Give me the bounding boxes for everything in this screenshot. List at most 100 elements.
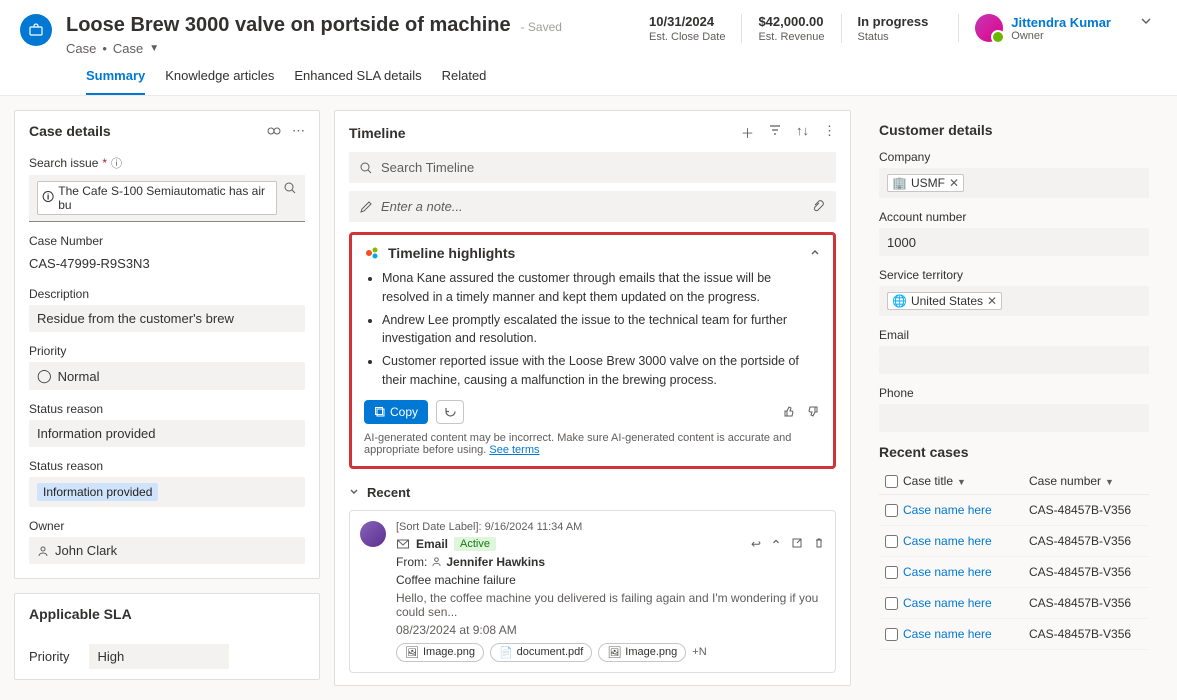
owner-block[interactable]: Jittendra Kumar Owner: [958, 14, 1111, 42]
customer-details-panel: Customer details Company 🏢USMF✕ Account …: [865, 110, 1163, 662]
email-label: Email: [879, 328, 1149, 342]
row-checkbox[interactable]: [885, 504, 898, 517]
search-issue-input[interactable]: 🛈The Cafe S-100 Semiautomatic has air bu: [29, 175, 305, 222]
attachment-chip[interactable]: 📄document.pdf: [490, 643, 592, 662]
case-link[interactable]: Case name here: [903, 534, 1029, 548]
attachment-chip[interactable]: 🖼Image.png: [396, 643, 484, 662]
status-reason-value[interactable]: Information provided: [29, 420, 305, 447]
person-icon: [37, 545, 49, 557]
reply-all-button[interactable]: [771, 537, 781, 551]
email-icon: [396, 537, 410, 551]
email-subject: Coffee machine failure: [396, 573, 825, 587]
owner-label: Owner: [1011, 30, 1111, 42]
refresh-button[interactable]: [436, 400, 464, 424]
thumbs-down-button[interactable]: [806, 404, 821, 419]
person-icon: [431, 556, 442, 567]
copy-button[interactable]: Copy: [364, 400, 428, 424]
relationship-icon[interactable]: [266, 123, 282, 139]
record-header: Loose Brew 3000 valve on portside of mac…: [0, 0, 1177, 96]
chevron-down-icon: [349, 487, 359, 497]
case-link[interactable]: Case name here: [903, 503, 1029, 517]
description-label: Description: [29, 287, 305, 301]
row-checkbox[interactable]: [885, 535, 898, 548]
filter-button[interactable]: [768, 123, 782, 142]
timeline-note-input[interactable]: Enter a note...: [349, 191, 836, 222]
tab-summary[interactable]: Summary: [86, 68, 145, 95]
highlights-list: Mona Kane assured the customer through e…: [364, 269, 821, 390]
phone-input[interactable]: [879, 404, 1149, 432]
phone-label: Phone: [879, 386, 1149, 400]
case-link[interactable]: Case name here: [903, 565, 1029, 579]
case-link[interactable]: Case name here: [903, 627, 1029, 641]
col-header-title[interactable]: Case title▼: [903, 474, 1029, 488]
search-icon[interactable]: [283, 181, 297, 195]
sort-button[interactable]: ↑↓: [796, 123, 809, 142]
account-label: Account number: [879, 210, 1149, 224]
email-input[interactable]: [879, 346, 1149, 374]
priority-label: Priority: [29, 344, 305, 358]
status-reason2-value[interactable]: Information provided: [29, 477, 305, 507]
recent-cases-title: Recent cases: [879, 444, 1149, 460]
attachments-row: 🖼Image.png 📄document.pdf 🖼Image.png +N: [396, 643, 825, 662]
recent-section-toggle[interactable]: Recent: [349, 479, 836, 510]
sla-priority-value[interactable]: High: [89, 644, 229, 669]
highlight-item: Customer reported issue with the Loose B…: [382, 352, 821, 390]
case-link[interactable]: Case name here: [903, 596, 1029, 610]
case-number-value: CAS-47999-R9S3N3: [29, 252, 305, 275]
tab-related[interactable]: Related: [442, 68, 487, 95]
attach-icon[interactable]: [812, 200, 826, 214]
email-date: 08/23/2024 at 9:08 AM: [396, 623, 825, 637]
timeline-highlights-card: Timeline highlights Mona Kane assured th…: [349, 232, 836, 469]
status-badge: Active: [454, 537, 496, 551]
timeline-email-item[interactable]: [Sort Date Label]: 9/16/2024 11:34 AM Em…: [349, 510, 836, 673]
header-metrics: 10/31/2024Est. Close Date$42,000.00Est. …: [633, 14, 944, 43]
tab-enhanced-sla-details[interactable]: Enhanced SLA details: [294, 68, 421, 95]
attachments-more[interactable]: +N: [692, 646, 706, 658]
territory-input[interactable]: 🌐United States✕: [879, 286, 1149, 316]
metric: 10/31/2024Est. Close Date: [633, 14, 741, 43]
search-issue-label: Search issue*ⓘ: [29, 155, 305, 171]
thumbs-up-button[interactable]: [781, 404, 796, 419]
highlight-item: Andrew Lee promptly escalated the issue …: [382, 311, 821, 349]
owner-value[interactable]: John Clark: [29, 537, 305, 564]
add-button[interactable]: ＋: [741, 123, 754, 142]
account-input[interactable]: 1000: [879, 228, 1149, 256]
expand-header-button[interactable]: [1125, 14, 1157, 28]
col-header-number[interactable]: Case number▼: [1029, 474, 1149, 488]
delete-button[interactable]: [813, 537, 825, 551]
case-number: CAS-48457B-V356: [1029, 565, 1149, 579]
select-all-checkbox[interactable]: [885, 475, 898, 488]
collapse-button[interactable]: [809, 247, 821, 259]
highlight-item: Mona Kane assured the customer through e…: [382, 269, 821, 307]
radio-icon: ◯: [37, 368, 52, 384]
metric: In progressStatus: [841, 14, 945, 43]
row-checkbox[interactable]: [885, 566, 898, 579]
priority-value[interactable]: ◯ Normal: [29, 362, 305, 390]
avatar: [360, 521, 386, 547]
open-button[interactable]: [791, 537, 803, 551]
table-row: Case name hereCAS-48457B-V356: [879, 495, 1149, 526]
owner-label: Owner: [29, 519, 305, 533]
more-button[interactable]: ⋮: [823, 123, 836, 142]
avatar: [975, 14, 1003, 42]
description-value[interactable]: Residue from the customer's brew: [29, 305, 305, 332]
case-number: CAS-48457B-V356: [1029, 596, 1149, 610]
more-icon[interactable]: ⋯: [292, 123, 305, 139]
pencil-icon: [359, 200, 373, 214]
timeline-search[interactable]: Search Timeline: [349, 152, 836, 183]
breadcrumb[interactable]: Case • Case ▼: [66, 41, 619, 56]
row-checkbox[interactable]: [885, 628, 898, 641]
recent-cases-table: Case title▼ Case number▼ Case name hereC…: [879, 468, 1149, 650]
company-input[interactable]: 🏢USMF✕: [879, 168, 1149, 198]
panel-title: Case details: [29, 123, 111, 139]
attachment-chip[interactable]: 🖼Image.png: [598, 643, 686, 662]
sla-priority-label: Priority: [29, 649, 69, 664]
tab-knowledge-articles[interactable]: Knowledge articles: [165, 68, 274, 95]
case-number-label: Case Number: [29, 234, 305, 248]
reply-button[interactable]: ↩: [751, 537, 761, 551]
remove-chip: ✕: [987, 294, 997, 308]
row-checkbox[interactable]: [885, 597, 898, 610]
see-terms-link[interactable]: See terms: [489, 444, 539, 456]
metric: $42,000.00Est. Revenue: [741, 14, 840, 43]
sla-panel: Applicable SLA Priority High: [14, 593, 320, 680]
